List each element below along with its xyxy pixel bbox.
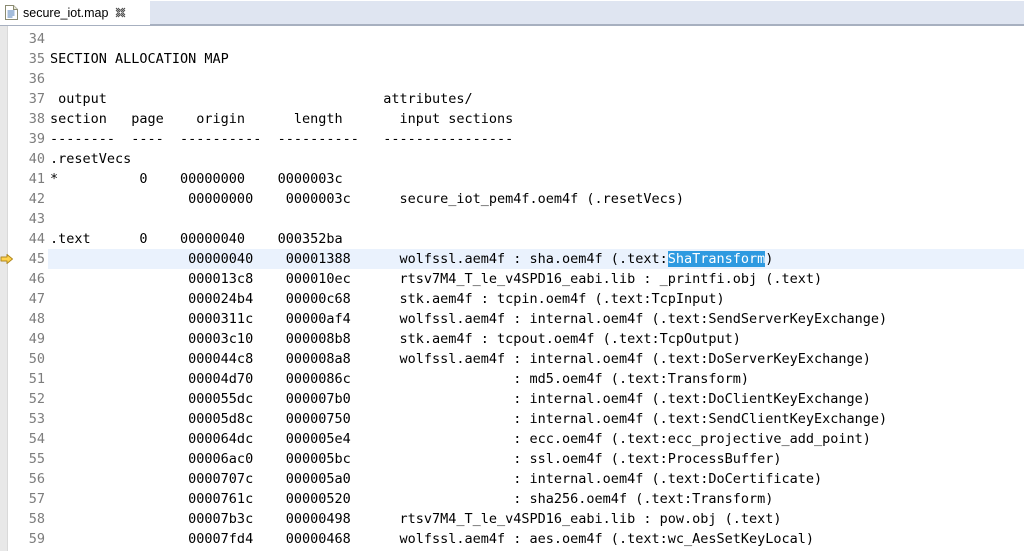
code-line-text[interactable]: section page origin length input section…: [48, 109, 1024, 129]
code-line-text[interactable]: [48, 69, 1024, 89]
line-number: 49: [28, 331, 45, 347]
code-line[interactable]: 35 SECTION ALLOCATION MAP: [0, 49, 1024, 69]
code-line-text[interactable]: 000013c8 000010ec rtsv7M4_T_le_v4SPD16_e…: [48, 269, 1024, 289]
line-number: 45: [28, 251, 45, 267]
code-line[interactable]: 45 00000040 00001388 wolfssl.aem4f : sha…: [0, 249, 1024, 269]
code-line[interactable]: 53 00005d8c 00000750 : internal.oem4f (.…: [0, 409, 1024, 429]
code-line[interactable]: 52 000055dc 000007b0 : internal.oem4f (.…: [0, 389, 1024, 409]
line-number: 41: [28, 171, 45, 187]
code-line[interactable]: 42 00000000 0000003c secure_iot_pem4f.oe…: [0, 189, 1024, 209]
code-line-text[interactable]: SECTION ALLOCATION MAP: [48, 49, 1024, 69]
line-number: 34: [28, 31, 45, 47]
line-number: 36: [28, 71, 45, 87]
line-number: 40: [28, 151, 45, 167]
code-line[interactable]: 47 000024b4 00000c68 stk.aem4f : tcpin.o…: [0, 289, 1024, 309]
code-line[interactable]: 34: [0, 29, 1024, 49]
tab-bar-empty-area: [150, 0, 1024, 25]
code-line[interactable]: 49 00003c10 000008b8 stk.aem4f : tcpout.…: [0, 329, 1024, 349]
code-line-text[interactable]: 000055dc 000007b0 : internal.oem4f (.tex…: [48, 389, 1024, 409]
line-number: 44: [28, 231, 45, 247]
code-line[interactable]: 56 0000707c 000005a0 : internal.oem4f (.…: [0, 469, 1024, 489]
code-line-text[interactable]: 0000761c 00000520 : sha256.oem4f (.text:…: [48, 489, 1024, 509]
code-line-text[interactable]: -------- ---- ---------- ---------- ----…: [48, 129, 1024, 149]
code-line-text[interactable]: output attributes/: [48, 89, 1024, 109]
code-line[interactable]: 39 -------- ---- ---------- ---------- --…: [0, 129, 1024, 149]
line-number: 47: [28, 291, 45, 307]
line-number: 56: [28, 471, 45, 487]
code-line-text[interactable]: 00004d70 0000086c : md5.oem4f (.text:Tra…: [48, 369, 1024, 389]
code-line[interactable]: 48 0000311c 00000af4 wolfssl.aem4f : int…: [0, 309, 1024, 329]
line-number: 38: [28, 111, 45, 127]
code-line-text[interactable]: 000044c8 000008a8 wolfssl.aem4f : intern…: [48, 349, 1024, 369]
line-number: 43: [28, 211, 45, 227]
line-number: 58: [28, 511, 45, 527]
code-line-text[interactable]: 00000000 0000003c secure_iot_pem4f.oem4f…: [48, 189, 1024, 209]
line-number: 53: [28, 411, 45, 427]
code-line-text[interactable]: 00003c10 000008b8 stk.aem4f : tcpout.oem…: [48, 329, 1024, 349]
line-number: 48: [28, 311, 45, 327]
code-line-text[interactable]: .text 0 00000040 000352ba: [48, 229, 1024, 249]
code-line[interactable]: 37 output attributes/: [0, 89, 1024, 109]
line-number: 59: [28, 531, 45, 547]
line-number: 51: [28, 371, 45, 387]
line-number: 42: [28, 191, 45, 207]
code-line[interactable]: 54 000064dc 000005e4 : ecc.oem4f (.text:…: [0, 429, 1024, 449]
code-line[interactable]: 44 .text 0 00000040 000352ba: [0, 229, 1024, 249]
line-number: 37: [28, 91, 45, 107]
code-line[interactable]: 38 section page origin length input secti…: [0, 109, 1024, 129]
line-number: 35: [28, 51, 45, 67]
selected-text[interactable]: ShaTransform: [667, 251, 766, 267]
code-line-text[interactable]: 00000040 00001388 wolfssl.aem4f : sha.oe…: [48, 249, 1024, 269]
code-line-text[interactable]: 000024b4 00000c68 stk.aem4f : tcpin.oem4…: [48, 289, 1024, 309]
code-line[interactable]: 43: [0, 209, 1024, 229]
file-document-icon: [5, 5, 18, 20]
code-line[interactable]: 57 0000761c 00000520 : sha256.oem4f (.te…: [0, 489, 1024, 509]
editor-bottom-edge: [0, 551, 1024, 559]
code-line-text[interactable]: 000064dc 000005e4 : ecc.oem4f (.text:ecc…: [48, 429, 1024, 449]
editor-tab-bar: secure_iot.map: [0, 0, 1024, 26]
line-number: 39: [28, 131, 45, 147]
line-number: 52: [28, 391, 45, 407]
code-line-text[interactable]: [48, 29, 1024, 49]
code-line[interactable]: 58 00007b3c 00000498 rtsv7M4_T_le_v4SPD1…: [0, 509, 1024, 529]
code-line-text[interactable]: 0000311c 00000af4 wolfssl.aem4f : intern…: [48, 309, 1024, 329]
line-number: 46: [28, 271, 45, 287]
code-line[interactable]: 59 00007fd4 00000468 wolfssl.aem4f : aes…: [0, 529, 1024, 549]
code-line[interactable]: 50 000044c8 000008a8 wolfssl.aem4f : int…: [0, 349, 1024, 369]
line-number: 57: [28, 491, 45, 507]
code-line-text[interactable]: 0000707c 000005a0 : internal.oem4f (.tex…: [48, 469, 1024, 489]
line-number: 54: [28, 431, 45, 447]
line-number: 50: [28, 351, 45, 367]
code-line-text[interactable]: 00006ac0 000005bc : ssl.oem4f (.text:Pro…: [48, 449, 1024, 469]
execution-arrow-icon[interactable]: [0, 252, 14, 266]
close-icon[interactable]: [115, 7, 126, 18]
code-line[interactable]: 36: [0, 69, 1024, 89]
code-line-text[interactable]: 00007fd4 00000468 wolfssl.aem4f : aes.oe…: [48, 529, 1024, 549]
text-editor[interactable]: 34 35 SECTION ALLOCATION MAP 36 37 output at…: [0, 26, 1024, 559]
code-lines-container[interactable]: 34 35 SECTION ALLOCATION MAP 36 37 output at…: [0, 26, 1024, 559]
line-number: 55: [28, 451, 45, 467]
code-line-text[interactable]: 00007b3c 00000498 rtsv7M4_T_le_v4SPD16_e…: [48, 509, 1024, 529]
code-line-text[interactable]: .resetVecs: [48, 149, 1024, 169]
tab-secure-iot-map[interactable]: secure_iot.map: [0, 0, 133, 25]
tab-label: secure_iot.map: [23, 5, 109, 20]
code-line[interactable]: 46 000013c8 000010ec rtsv7M4_T_le_v4SPD1…: [0, 269, 1024, 289]
code-line[interactable]: 41 * 0 00000000 0000003c: [0, 169, 1024, 189]
code-line-text[interactable]: 00005d8c 00000750 : internal.oem4f (.tex…: [48, 409, 1024, 429]
code-line-text[interactable]: * 0 00000000 0000003c: [48, 169, 1024, 189]
code-line[interactable]: 51 00004d70 0000086c : md5.oem4f (.text:…: [0, 369, 1024, 389]
code-line[interactable]: 55 00006ac0 000005bc : ssl.oem4f (.text:…: [0, 449, 1024, 469]
code-line[interactable]: 40 .resetVecs: [0, 149, 1024, 169]
code-line-text[interactable]: [48, 209, 1024, 229]
